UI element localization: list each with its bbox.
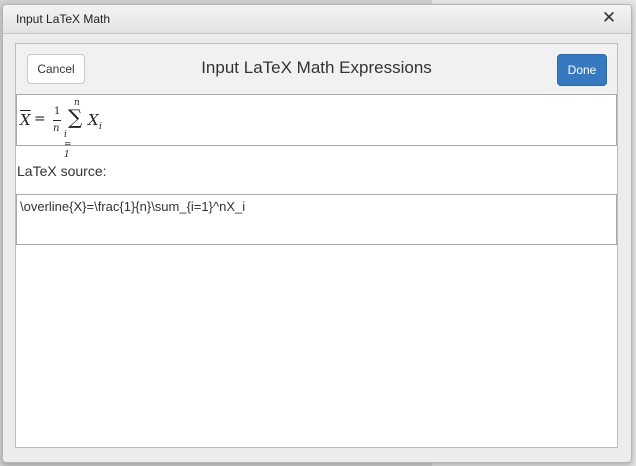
latex-source-input[interactable]: \overline{X}=\frac{1}{n}\sum_{i=1}^nX_i (16, 194, 617, 245)
window-titlebar[interactable]: Input LaTeX Math ✕ (3, 5, 631, 34)
formula-equals: = (34, 111, 46, 127)
source-label: LaTeX source: (17, 163, 107, 179)
dialog-title: Input LaTeX Math Expressions (201, 58, 432, 77)
fraction-bar (53, 120, 61, 121)
latex-window: Input LaTeX Math ✕ Cancel Input LaTeX Ma… (2, 4, 632, 463)
sum-lower-limit: i = 1 (64, 130, 72, 160)
latex-dialog: Cancel Input LaTeX Math Expressions Done… (15, 43, 618, 448)
sum-symbol: ∑ (68, 105, 83, 129)
done-button[interactable]: Done (557, 54, 607, 86)
dialog-header: Cancel Input LaTeX Math Expressions Done (16, 44, 617, 95)
window-title: Input LaTeX Math (16, 12, 111, 26)
formula-lhs: X (20, 111, 31, 129)
fraction-denominator: n (53, 123, 60, 134)
summand: X (88, 111, 99, 129)
dialog-body-empty (16, 245, 617, 447)
fraction-numerator: 1 (54, 106, 61, 117)
close-icon[interactable]: ✕ (599, 8, 619, 28)
summand-subscript: i (99, 122, 102, 132)
math-preview: X = 1 n n ∑ i = 1 X i (16, 94, 617, 160)
